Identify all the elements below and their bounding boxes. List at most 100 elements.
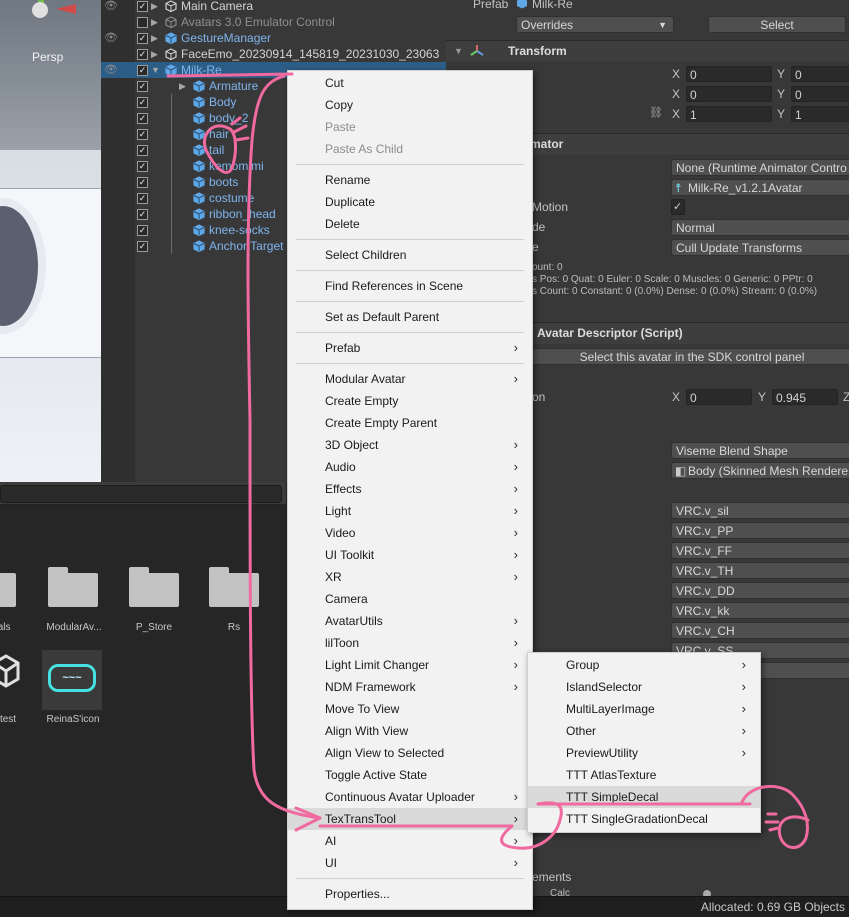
folder-icon[interactable]: [48, 567, 98, 607]
menu-item-modular-avatar[interactable]: Modular Avatar ›: [288, 368, 532, 390]
hierarchy-row[interactable]: ▶ Avatars 3.0 Emulator Control: [101, 14, 446, 30]
folder-icon[interactable]: [129, 567, 179, 607]
menu-item-light-limit-changer[interactable]: Light Limit Changer ›: [288, 654, 532, 676]
menu-item-audio[interactable]: Audio ›: [288, 456, 532, 478]
constrain-link-icon[interactable]: ⛓: [649, 106, 663, 119]
visibility-eye-icon[interactable]: 👁: [104, 30, 118, 46]
viseme-dropdown[interactable]: VRC.v_FF: [671, 542, 849, 559]
menu-item-align-with-view[interactable]: Align With View: [288, 720, 532, 742]
viseme-dropdown[interactable]: VRC.v_kk: [671, 602, 849, 619]
hierarchy-row[interactable]: ✓ ▶ FaceEmo_20230914_145819_20231030_23063: [101, 46, 446, 62]
menu-item-continuous-avatar-uploader[interactable]: Continuous Avatar Uploader ›: [288, 786, 532, 808]
folder-icon[interactable]: [0, 567, 16, 607]
image-thumbnail-icon[interactable]: ~~~: [42, 650, 102, 710]
folder-icon[interactable]: [209, 567, 259, 607]
menu-item-video[interactable]: Video ›: [288, 522, 532, 544]
prefab-name[interactable]: Milk-Re: [532, 0, 573, 11]
scale-x-field[interactable]: 1: [686, 106, 772, 122]
menu-item-previewutility[interactable]: PreviewUtility ›: [528, 742, 760, 764]
view-x-field[interactable]: 0: [686, 389, 752, 405]
menu-item-islandselector[interactable]: IslandSelector ›: [528, 676, 760, 698]
menu-item-xr[interactable]: XR ›: [288, 566, 532, 588]
active-checkbox[interactable]: ✓: [137, 225, 148, 236]
active-checkbox[interactable]: ✓: [137, 209, 148, 220]
overrides-dropdown[interactable]: Overrides ▼: [516, 16, 674, 33]
menu-item-camera[interactable]: Camera: [288, 588, 532, 610]
menu-item-duplicate[interactable]: Duplicate: [288, 191, 532, 213]
menu-item-cut[interactable]: Cut: [288, 72, 532, 94]
perspective-label[interactable]: Persp: [32, 50, 63, 64]
menu-item-ui[interactable]: UI ›: [288, 852, 532, 874]
menu-item-create-empty-parent[interactable]: Create Empty Parent: [288, 412, 532, 434]
expand-arrow-right-icon[interactable]: ▶: [151, 46, 161, 62]
active-checkbox[interactable]: ✓: [137, 1, 148, 12]
menu-item-ai[interactable]: AI ›: [288, 830, 532, 852]
hierarchy-row[interactable]: 👁 ✓ ▶ GestureManager: [101, 30, 446, 46]
menu-item-liltoon[interactable]: lilToon ›: [288, 632, 532, 654]
expand-arrow-down-icon[interactable]: ▼: [151, 62, 161, 78]
rotation-x-field[interactable]: 0: [686, 86, 772, 102]
active-checkbox[interactable]: [137, 17, 148, 28]
scene-view[interactable]: Persp: [0, 0, 101, 482]
menu-item-group[interactable]: Group ›: [528, 654, 760, 676]
menu-item-rename[interactable]: Rename: [288, 169, 532, 191]
visibility-eye-icon[interactable]: 👁: [104, 62, 118, 78]
animator-avatar-field[interactable]: ☨ Milk-Re_v1.2.1Avatar: [671, 179, 849, 196]
rotation-y-field[interactable]: 0: [791, 86, 849, 102]
active-checkbox[interactable]: ✓: [137, 81, 148, 92]
visibility-eye-icon[interactable]: 👁: [104, 0, 118, 14]
menu-item-effects[interactable]: Effects ›: [288, 478, 532, 500]
viseme-dropdown[interactable]: VRC.v_CH: [671, 622, 849, 639]
hierarchy-row[interactable]: 👁 ✓ ▶ Main Camera: [101, 0, 446, 14]
face-mesh-field[interactable]: ◧ Body (Skinned Mesh Rendere: [671, 462, 849, 479]
active-checkbox[interactable]: ✓: [137, 241, 148, 252]
menu-item-ndm-framework[interactable]: NDM Framework ›: [288, 676, 532, 698]
gizmo-center-icon[interactable]: [32, 2, 48, 18]
active-checkbox[interactable]: ✓: [137, 49, 148, 60]
menu-item-ttt-atlastexture[interactable]: TTT AtlasTexture: [528, 764, 760, 786]
lipsync-mode-dropdown[interactable]: Viseme Blend Shape: [671, 442, 849, 459]
menu-item-3d-object[interactable]: 3D Object ›: [288, 434, 532, 456]
active-checkbox[interactable]: ✓: [137, 97, 148, 108]
menu-item-prefab[interactable]: Prefab ›: [288, 337, 532, 359]
menu-item-select-children[interactable]: Select Children: [288, 244, 532, 266]
menu-item-ui-toolkit[interactable]: UI Toolkit ›: [288, 544, 532, 566]
active-checkbox[interactable]: ✓: [137, 129, 148, 140]
expand-arrow-right-icon[interactable]: ▶: [151, 30, 161, 46]
active-checkbox[interactable]: ✓: [137, 161, 148, 172]
update-mode-dropdown[interactable]: Normal: [671, 219, 849, 236]
expand-arrow-right-icon[interactable]: ▶: [151, 14, 161, 30]
menu-item-multilayerimage[interactable]: MultiLayerImage ›: [528, 698, 760, 720]
menu-item-toggle-active-state[interactable]: Toggle Active State: [288, 764, 532, 786]
active-checkbox[interactable]: ✓: [137, 145, 148, 156]
view-y-field[interactable]: 0.945: [772, 389, 838, 405]
menu-item-light[interactable]: Light ›: [288, 500, 532, 522]
position-y-field[interactable]: 0: [791, 66, 849, 82]
active-checkbox[interactable]: ✓: [137, 113, 148, 124]
menu-item-properties[interactable]: Properties...: [288, 883, 532, 905]
menu-item-find-references-in-scene[interactable]: Find References in Scene: [288, 275, 532, 297]
viseme-dropdown[interactable]: VRC.v_DD: [671, 582, 849, 599]
scale-y-field[interactable]: 1: [791, 106, 849, 122]
menu-item-textranstool[interactable]: TexTransTool ›: [288, 808, 532, 830]
position-x-field[interactable]: 0: [686, 66, 772, 82]
menu-item-move-to-view[interactable]: Move To View: [288, 698, 532, 720]
menu-item-delete[interactable]: Delete: [288, 213, 532, 235]
select-prefab-button[interactable]: Select: [708, 16, 846, 33]
menu-item-avatarutils[interactable]: AvatarUtils ›: [288, 610, 532, 632]
active-checkbox[interactable]: ✓: [137, 177, 148, 188]
project-search-input[interactable]: [0, 485, 282, 503]
active-checkbox[interactable]: ✓: [137, 193, 148, 204]
active-checkbox[interactable]: ✓: [137, 33, 148, 44]
menu-item-copy[interactable]: Copy: [288, 94, 532, 116]
viseme-dropdown[interactable]: VRC.v_TH: [671, 562, 849, 579]
menu-item-set-as-default-parent[interactable]: Set as Default Parent: [288, 306, 532, 328]
viseme-dropdown[interactable]: VRC.v_sil: [671, 502, 849, 519]
expand-arrow-right-icon[interactable]: ▶: [151, 0, 161, 14]
menu-item-create-empty[interactable]: Create Empty: [288, 390, 532, 412]
expand-arrow-right-icon[interactable]: ▶: [179, 78, 189, 94]
unity-logo-icon[interactable]: [0, 654, 20, 688]
animator-controller-field[interactable]: None (Runtime Animator Contro: [671, 159, 849, 176]
menu-item-other[interactable]: Other ›: [528, 720, 760, 742]
root-motion-checkbox[interactable]: ✓: [671, 199, 685, 215]
